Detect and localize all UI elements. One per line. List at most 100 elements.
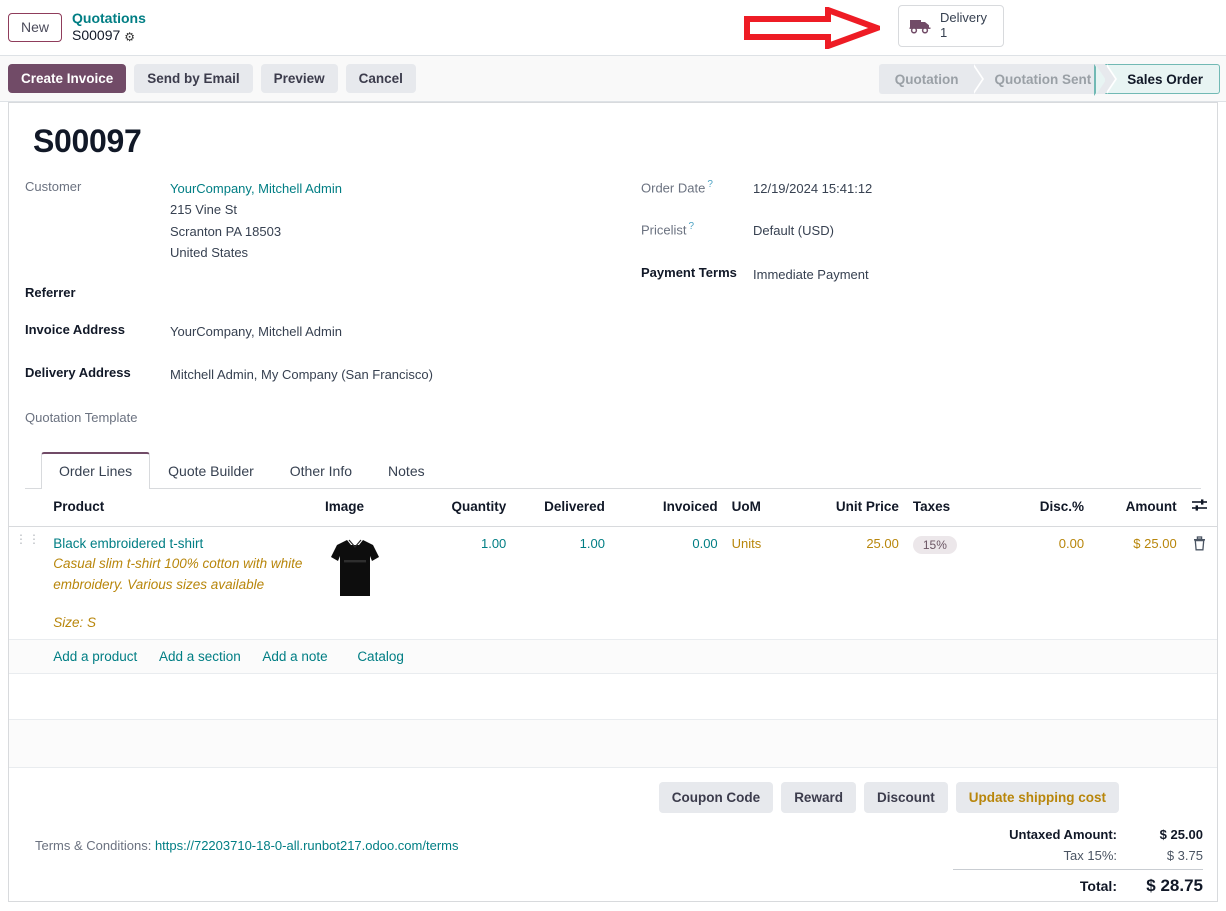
cell-discount[interactable]: 0.00 (993, 526, 1091, 641)
th-uom[interactable]: UoM (723, 488, 799, 527)
total-label: Total: (1079, 878, 1117, 895)
cell-unit-price[interactable]: 25.00 (798, 526, 905, 641)
th-amount[interactable]: Amount (1090, 488, 1183, 527)
th-discount[interactable]: Disc.% (993, 488, 1091, 527)
tab-notes[interactable]: Notes (370, 452, 443, 489)
coupon-code-button[interactable]: Coupon Code (658, 782, 774, 814)
field-order-date-value[interactable]: 12/19/2024 15:41:12 (753, 178, 872, 199)
field-payment-terms: Payment Terms Immediate Payment (641, 264, 1193, 285)
product-link[interactable]: Black embroidered t-shirt (53, 536, 313, 551)
add-line-spacer (9, 639, 48, 675)
field-customer-label: Customer (25, 179, 82, 194)
update-shipping-cost-button[interactable]: Update shipping cost (955, 782, 1119, 814)
help-icon-pricelist[interactable]: ? (689, 221, 695, 232)
th-quantity[interactable]: Quantity (429, 488, 513, 527)
add-line-links: Add a product Add a section Add a note C… (47, 639, 1217, 675)
new-button[interactable]: New (8, 13, 63, 42)
drag-handle-icon[interactable]: ⋮⋮ (9, 526, 48, 641)
add-a-section-link[interactable]: Add a section (159, 649, 241, 664)
untaxed-amount-label: Untaxed Amount: (1009, 827, 1117, 843)
smart-button-delivery-count: 1 (940, 24, 948, 40)
status-stage-sales-order[interactable]: Sales Order (1094, 64, 1220, 96)
terms-label: Terms & Conditions: (35, 838, 152, 854)
truck-icon (909, 19, 931, 34)
field-delivery-address-value[interactable]: Mitchell Admin, My Company (San Francisc… (170, 364, 433, 385)
preview-button[interactable]: Preview (260, 64, 338, 93)
terms-url-link[interactable]: https://72203710-18-0-all.runbot217.odoo… (155, 838, 459, 853)
field-payment-terms-value[interactable]: Immediate Payment (753, 264, 869, 285)
field-referrer-label: Referrer (25, 284, 76, 300)
gear-icon[interactable]: ⚙ (124, 30, 135, 44)
send-by-email-button[interactable]: Send by Email (134, 64, 253, 93)
cell-quantity[interactable]: 1.00 (429, 526, 513, 641)
filler-cell-2 (9, 719, 1217, 769)
create-invoice-button[interactable]: Create Invoice (8, 64, 127, 93)
control-panel-bottom: Create Invoice Send by Email Preview Can… (0, 56, 1226, 102)
breadcrumb-stack: Quotations S00097 ⚙ (72, 10, 146, 44)
trash-icon (1194, 535, 1206, 551)
field-pricelist-label-text: Pricelist (641, 222, 687, 238)
field-pricelist-value[interactable]: Default (USD) (753, 220, 834, 241)
field-referrer: Referrer (25, 284, 633, 300)
cell-uom[interactable]: Units (723, 526, 799, 641)
smart-button-delivery[interactable]: Delivery 1 (898, 5, 1004, 47)
tab-quote-builder[interactable]: Quote Builder (150, 452, 272, 489)
th-product[interactable]: Product (47, 488, 320, 527)
help-icon-order-date[interactable]: ? (707, 179, 713, 190)
status-stage-quotation[interactable]: Quotation (878, 64, 985, 94)
field-customer-value: YourCompany, Mitchell Admin 215 Vine St … (170, 178, 342, 264)
th-invoiced[interactable]: Invoiced (610, 488, 724, 527)
add-a-product-link[interactable]: Add a product (53, 649, 137, 664)
tax-badge: 15% (912, 535, 957, 554)
tab-other-info[interactable]: Other Info (272, 452, 370, 489)
sheet-wrapper: S00097 Customer YourCompany, Mitchell Ad… (0, 102, 1226, 902)
breadcrumb: New Quotations S00097 ⚙ (0, 10, 146, 44)
cell-taxes[interactable]: 15% (904, 526, 994, 641)
field-delivery-address: Delivery Address Mitchell Admin, My Comp… (25, 364, 633, 385)
table-row[interactable]: ⋮⋮ Black embroidered t-shirt Casual slim… (9, 526, 1217, 641)
th-image[interactable]: Image (319, 488, 430, 527)
black-tshirt-icon (331, 539, 380, 596)
cell-invoiced[interactable]: 0.00 (610, 526, 724, 641)
tax-label[interactable]: Tax 15%: (1064, 848, 1117, 863)
discount-button[interactable]: Discount (863, 782, 948, 814)
th-drag-spacer (9, 488, 48, 527)
order-lines-body: ⋮⋮ Black embroidered t-shirt Casual slim… (9, 526, 1217, 769)
tax-value: $ 3.75 (1166, 848, 1203, 864)
field-invoice-address-value[interactable]: YourCompany, Mitchell Admin (170, 321, 342, 342)
customer-address-line-1: 215 Vine St (170, 202, 237, 218)
total-row-untaxed: Untaxed Amount: $ 25.00 (953, 824, 1203, 845)
form-sheet: S00097 Customer YourCompany, Mitchell Ad… (8, 102, 1218, 902)
column-toggle-icon[interactable] (1182, 488, 1217, 527)
filler-cell-1 (9, 673, 1217, 721)
table-filler-row-2 (9, 719, 1217, 769)
field-pricelist: Pricelist? Default (USD) (641, 220, 1193, 241)
order-lines-header-row: Product Image Quantity Delivered Invoice… (9, 488, 1217, 527)
th-unit-price[interactable]: Unit Price (798, 488, 905, 527)
status-stage-quotation-sent[interactable]: Quotation Sent (972, 64, 1117, 94)
customer-link[interactable]: YourCompany, Mitchell Admin (170, 178, 342, 199)
untaxed-amount-value: $ 25.00 (1159, 827, 1203, 843)
totals-block: Untaxed Amount: $ 25.00 Tax 15%: $ 3.75 … (953, 824, 1203, 899)
form-columns: Customer YourCompany, Mitchell Admin 215… (25, 178, 1201, 438)
cell-product[interactable]: Black embroidered t-shirt Casual slim t-… (47, 526, 320, 641)
cancel-button[interactable]: Cancel (345, 64, 416, 93)
add-a-note-link[interactable]: Add a note (262, 649, 327, 664)
product-description: Casual slim t-shirt 100% cotton with whi… (53, 555, 303, 592)
tab-order-lines[interactable]: Order Lines (41, 451, 151, 489)
th-delivered[interactable]: Delivered (512, 488, 611, 527)
reward-button[interactable]: Reward (781, 782, 856, 814)
delete-line-button[interactable] (1182, 526, 1217, 641)
breadcrumb-parent-quotations[interactable]: Quotations (72, 10, 146, 27)
sheet-inner: S00097 Customer YourCompany, Mitchell Ad… (9, 103, 1217, 489)
form-column-left: Customer YourCompany, Mitchell Admin 215… (25, 178, 633, 438)
customer-address-line-3: United States (170, 245, 249, 261)
catalog-link[interactable]: Catalog (357, 649, 404, 664)
product-variant: Size: S (53, 615, 97, 631)
smart-button-delivery-text: Delivery 1 (940, 10, 987, 41)
field-customer: Customer YourCompany, Mitchell Admin 215… (25, 178, 633, 264)
cell-delivered[interactable]: 1.00 (512, 526, 611, 641)
field-order-date-label: Order Date? (641, 178, 753, 195)
add-line-row: Add a product Add a section Add a note C… (9, 639, 1217, 675)
th-taxes[interactable]: Taxes (904, 488, 994, 527)
